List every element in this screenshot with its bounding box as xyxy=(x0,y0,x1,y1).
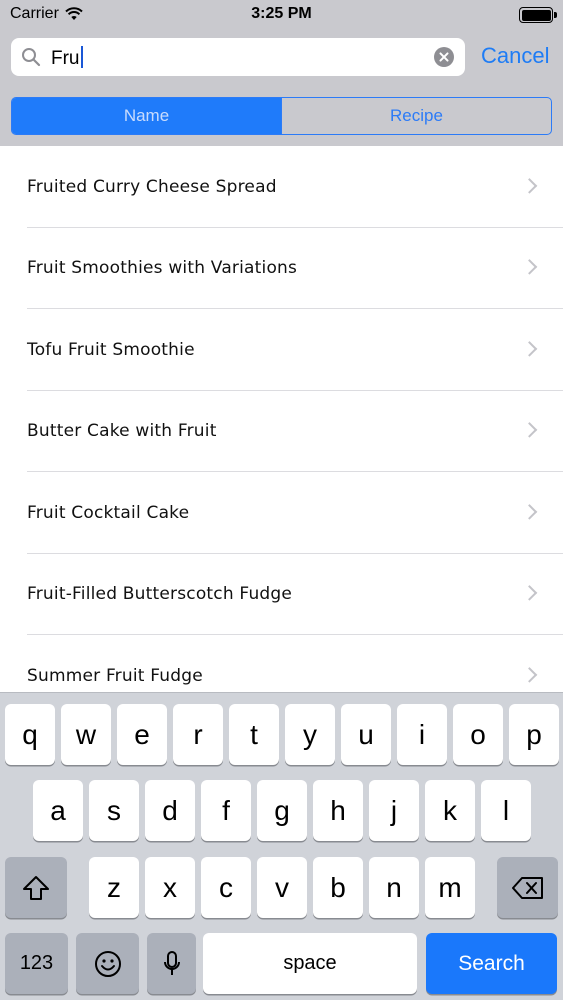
list-item-label: Tofu Fruit Smoothie xyxy=(27,339,195,360)
search-icon xyxy=(22,48,41,67)
text-caret xyxy=(80,46,83,68)
key-r[interactable]: r xyxy=(173,704,223,765)
scope-segmented-control: Name Recipe xyxy=(11,97,552,135)
delete-key[interactable] xyxy=(497,857,558,918)
search-input[interactable]: Fru xyxy=(11,38,465,76)
space-key[interactable]: space xyxy=(203,933,417,994)
shift-icon xyxy=(23,875,49,900)
list-item-label: Butter Cake with Fruit xyxy=(27,421,217,442)
key-y[interactable]: y xyxy=(285,704,335,765)
chevron-right-icon xyxy=(521,666,538,683)
search-query: Fru xyxy=(51,46,83,70)
search-key[interactable]: Search xyxy=(426,933,557,994)
emoji-key[interactable] xyxy=(76,933,139,994)
shift-key[interactable] xyxy=(5,857,67,918)
microphone-icon xyxy=(163,950,180,975)
key-x[interactable]: x xyxy=(145,857,195,918)
key-b[interactable]: b xyxy=(313,857,363,918)
key-f[interactable]: f xyxy=(201,780,251,841)
key-p[interactable]: p xyxy=(509,704,559,765)
cancel-button[interactable]: Cancel xyxy=(481,43,549,69)
dictation-key[interactable] xyxy=(147,933,196,994)
battery-icon xyxy=(519,7,557,23)
key-v[interactable]: v xyxy=(257,857,307,918)
search-header: Carrier 3:25 PM Fru Cancel Name Recipe xyxy=(0,0,563,146)
status-bar: Carrier 3:25 PM xyxy=(0,0,563,30)
key-d[interactable]: d xyxy=(145,780,195,841)
key-m[interactable]: m xyxy=(425,857,475,918)
key-w[interactable]: w xyxy=(61,704,111,765)
key-n[interactable]: n xyxy=(369,857,419,918)
key-o[interactable]: o xyxy=(453,704,503,765)
list-item-label: Fruit Cocktail Cake xyxy=(27,502,190,523)
list-item-label: Fruited Curry Cheese Spread xyxy=(27,176,277,197)
list-item[interactable]: Fruit Smoothies with Variations xyxy=(0,228,563,310)
search-query-text: Fru xyxy=(51,48,80,69)
chevron-right-icon xyxy=(521,259,538,275)
key-i[interactable]: i xyxy=(397,704,447,765)
key-u[interactable]: u xyxy=(341,704,391,765)
key-c[interactable]: c xyxy=(201,857,251,918)
chevron-right-icon xyxy=(521,177,538,194)
key-a[interactable]: a xyxy=(33,780,83,841)
results-list: Fruited Curry Cheese Spread Fruit Smooth… xyxy=(0,146,563,692)
key-t[interactable]: t xyxy=(229,704,279,765)
clear-icon[interactable] xyxy=(434,47,454,67)
key-s[interactable]: s xyxy=(89,780,139,841)
list-item-label: Fruit-Filled Butterscotch Fudge xyxy=(27,584,293,605)
key-j[interactable]: j xyxy=(369,780,419,841)
chevron-right-icon xyxy=(521,585,538,601)
key-e[interactable]: e xyxy=(117,704,167,765)
chevron-right-icon xyxy=(521,422,538,438)
emoji-icon xyxy=(94,950,121,977)
list-item[interactable]: Fruited Curry Cheese Spread xyxy=(0,146,563,228)
list-item[interactable]: Tofu Fruit Smoothie xyxy=(0,309,563,391)
segment-name[interactable]: Name xyxy=(12,98,281,134)
backspace-icon xyxy=(511,876,543,899)
list-item[interactable]: Fruit Cocktail Cake xyxy=(0,472,563,554)
key-z[interactable]: z xyxy=(89,857,139,918)
status-time: 3:25 PM xyxy=(251,5,312,22)
list-item-label: Fruit Smoothies with Variations xyxy=(27,258,298,279)
chevron-right-icon xyxy=(521,503,538,520)
keyboard: q w e r t y u i o p a s d f g h j k l z … xyxy=(0,692,563,1000)
list-item[interactable]: Butter Cake with Fruit xyxy=(0,391,563,473)
list-item-label: Summer Fruit Fudge xyxy=(27,665,203,686)
list-item[interactable]: Fruit-Filled Butterscotch Fudge xyxy=(0,554,563,636)
key-q[interactable]: q xyxy=(5,704,55,765)
numbers-key[interactable]: 123 xyxy=(5,933,68,994)
segment-recipe[interactable]: Recipe xyxy=(281,98,551,134)
key-h[interactable]: h xyxy=(313,780,363,841)
list-item[interactable]: Summer Fruit Fudge xyxy=(0,635,563,692)
key-k[interactable]: k xyxy=(425,780,475,841)
key-g[interactable]: g xyxy=(257,780,307,841)
chevron-right-icon xyxy=(521,340,538,357)
key-l[interactable]: l xyxy=(481,780,531,841)
